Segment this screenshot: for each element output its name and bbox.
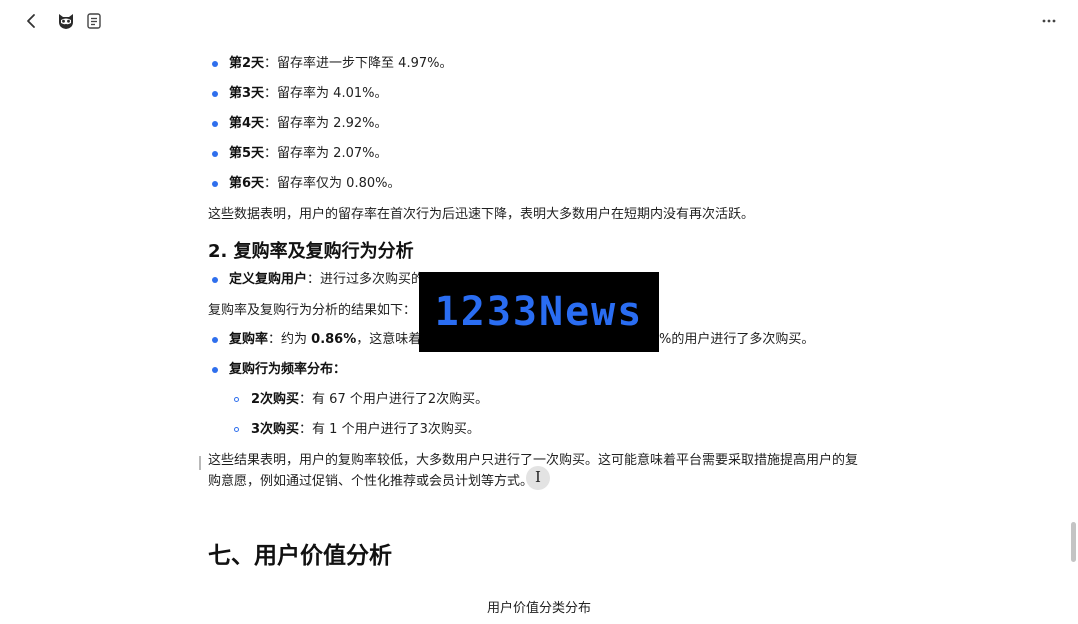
bullet-dot [212, 337, 218, 343]
list-item: 2次购买：有 67 个用户进行了2次购买。 [234, 390, 489, 410]
document-content: 第2天：留存率进一步下降至 4.97%。 第3天：留存率为 4.01%。 第4天… [0, 0, 1078, 624]
frequency-label: 复购行为频率分布 [229, 362, 334, 377]
definition-label: 定义复购用户 [229, 272, 308, 287]
list-item: 第4天：留存率为 2.92%。 [212, 114, 388, 134]
repurchase-rate-text: ，这意味着 [356, 332, 422, 347]
bullet-dot [212, 277, 218, 283]
retention-day-text: ：留存率仅为 0.80%。 [264, 176, 401, 191]
frequency-item-label: 3次购买 [251, 422, 300, 437]
watermark-overlay: 1233News [419, 272, 659, 352]
frequency-item-text: ：有 1 个用户进行了3次购买。 [299, 422, 480, 437]
retention-day-label: 第2天 [229, 56, 265, 71]
bullet-dot [212, 91, 218, 97]
watermark-text: 1233News [434, 289, 644, 335]
frequency-colon: ： [333, 362, 347, 377]
conclusion-line: 这些结果表明，用户的复购率较低，大多数用户只进行了一次购买。这可能意味着平台需要… [208, 453, 859, 468]
chart-title: 用户价值分类分布 [486, 601, 591, 616]
retention-summary: 这些数据表明，用户的留存率在首次行为后迅速下降，表明大多数用户在短期内没有再次活… [208, 207, 755, 222]
list-item: 复购率：约为 0.86%，这意味着 [212, 330, 422, 350]
repurchase-intro: 复购率及复购行为分析的结果如下： [208, 303, 417, 318]
list-item: 第6天：留存率仅为 0.80%。 [212, 174, 401, 194]
text-cursor-glyph: I [535, 468, 541, 486]
repurchase-rate-tail: %的用户进行了多次购买。 [659, 330, 814, 350]
repurchase-rate-text: %的用户进行了多次购买。 [659, 332, 815, 347]
repurchase-rate-label: 复购率 [229, 332, 269, 347]
list-item: 定义复购用户：进行过多次购买的 [212, 270, 425, 290]
frequency-item-text: ：有 67 个用户进行了2次购买。 [299, 392, 489, 407]
bullet-dot [212, 61, 218, 67]
list-item: 第2天：留存率进一步下降至 4.97%。 [212, 54, 453, 74]
list-item: 复购行为频率分布： [212, 360, 347, 380]
scrollbar-thumb[interactable] [1071, 522, 1076, 562]
bullet-dot [212, 121, 218, 127]
retention-day-text: ：留存率进一步下降至 4.97%。 [264, 56, 453, 71]
bullet-ring [234, 427, 239, 432]
retention-day-text: ：留存率为 2.92%。 [264, 116, 388, 131]
list-item: 第3天：留存率为 4.01%。 [212, 84, 388, 104]
list-item: 3次购买：有 1 个用户进行了3次购买。 [234, 420, 480, 440]
definition-text: ：进行过多次购买的 [307, 272, 425, 287]
retention-day-label: 第6天 [229, 176, 265, 191]
retention-day-text: ：留存率为 2.07%。 [264, 146, 388, 161]
section-heading: 2. 复购率及复购行为分析 [208, 241, 414, 262]
retention-day-label: 第3天 [229, 86, 265, 101]
text-cursor-indicator: I [526, 466, 550, 490]
bullet-ring [234, 397, 239, 402]
bullet-dot [212, 151, 218, 157]
retention-day-text: ：留存率为 4.01%。 [264, 86, 388, 101]
repurchase-rate-text: ：约为 [268, 332, 312, 347]
retention-day-label: 第4天 [229, 116, 265, 131]
list-item: 第5天：留存率为 2.07%。 [212, 144, 388, 164]
bullet-dot [212, 181, 218, 187]
repurchase-rate-value: 0.86% [311, 332, 357, 347]
section-heading: 七、用户价值分析 [208, 543, 392, 569]
bullet-dot [212, 367, 218, 373]
frequency-item-label: 2次购买 [251, 392, 300, 407]
block-drag-handle[interactable] [199, 456, 201, 470]
retention-day-label: 第5天 [229, 146, 265, 161]
